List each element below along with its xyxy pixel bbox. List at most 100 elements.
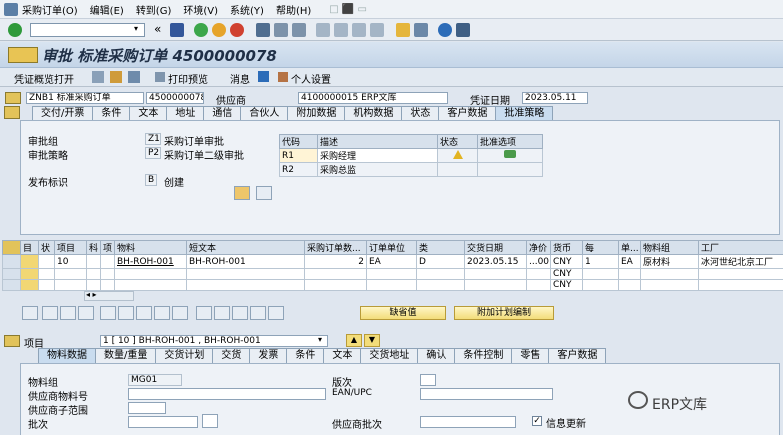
subtotal-icon[interactable] (250, 306, 266, 320)
last-page-icon[interactable] (370, 23, 384, 37)
per-cell[interactable]: 1 (582, 254, 619, 269)
table-row[interactable]: 10 BH-ROH-001 BH-ROH-001 2 EA D 2023.05.… (2, 254, 783, 269)
doc-date-field[interactable]: 2023.05.11 (522, 92, 588, 104)
revision-field[interactable] (420, 374, 436, 386)
expand-icon[interactable] (172, 306, 188, 320)
previous-item-icon[interactable]: ▲ (346, 334, 362, 347)
header-collapse-icon[interactable] (4, 106, 20, 119)
doc-type-select[interactable]: ZNB1 标准采购订单 (26, 92, 144, 104)
block-icon[interactable] (118, 306, 134, 320)
header-toggle-icon[interactable] (5, 92, 21, 104)
menu-help[interactable]: 帮助(H) (276, 2, 311, 17)
tab-item-conditions[interactable]: 条件 (286, 348, 325, 363)
item-selector-dropdown-icon[interactable]: ▾ (318, 335, 322, 344)
release-approve-icon[interactable] (504, 150, 516, 158)
menu-environment[interactable]: 环境(V) (183, 2, 218, 17)
filter-icon[interactable] (232, 306, 248, 320)
plant-cell[interactable]: 冰河世纪北京工厂 (698, 254, 783, 269)
tab-delivery-invoice[interactable]: 交付/开票 (32, 106, 94, 121)
enter-icon[interactable] (8, 23, 22, 37)
tab-release-strategy[interactable]: 批准策略 (495, 106, 554, 121)
release-prerequisites-icon[interactable] (234, 186, 250, 200)
hold-icon[interactable] (110, 71, 122, 83)
batch-details-icon[interactable] (202, 414, 218, 428)
short-text-cell[interactable]: BH-ROH-001 (186, 254, 305, 269)
tab-status[interactable]: 状态 (401, 106, 440, 121)
first-page-icon[interactable] (316, 23, 330, 37)
po-number-field[interactable]: 4500000078 (146, 92, 204, 104)
quantity-cell[interactable]: 2 (304, 254, 367, 269)
delete-icon[interactable] (100, 306, 116, 320)
unit-cell[interactable]: EA (366, 254, 417, 269)
check-icon[interactable] (128, 71, 140, 83)
configure-icon[interactable] (268, 306, 284, 320)
table-row[interactable]: CNY (2, 268, 783, 280)
tab-address[interactable]: 地址 (166, 106, 205, 121)
undo-icon[interactable] (154, 306, 170, 320)
find-icon[interactable] (274, 23, 288, 37)
tab-condition-control[interactable]: 条件控制 (454, 348, 513, 363)
tab-communication[interactable]: 通信 (203, 106, 242, 121)
tab-texts[interactable]: 文本 (129, 106, 168, 121)
tab-partners[interactable]: 合伙人 (240, 106, 289, 121)
material-cell[interactable]: BH-ROH-001 (114, 254, 187, 269)
unblock-icon[interactable] (136, 306, 152, 320)
item-selector[interactable]: 1 [ 10 ] BH-ROH-001 , BH-ROH-001 (100, 335, 328, 347)
exit-icon[interactable] (212, 23, 226, 37)
vendor-field[interactable]: 4100000015 ERP文库 (298, 92, 448, 104)
tab-item-customer-data[interactable]: 客户数据 (548, 348, 607, 363)
doc-overview-button[interactable]: 凭证概览打开 (14, 71, 74, 86)
additional-planning-button[interactable]: 附加计划编制 (454, 306, 554, 320)
info-update-checkbox[interactable]: ✓ (532, 416, 542, 426)
vendor-batch-field[interactable] (420, 416, 516, 428)
sap-logo-icon[interactable] (4, 2, 18, 16)
personal-settings-button[interactable]: 个人设置 (291, 71, 331, 86)
screen-menu-icon[interactable] (8, 47, 38, 63)
currency-cell[interactable]: CNY (550, 279, 583, 291)
scroll-left-icon[interactable]: ◂ ▸ (86, 290, 97, 299)
find-next-icon[interactable] (292, 23, 306, 37)
command-dropdown-icon[interactable]: ▾ (134, 24, 138, 33)
menu-goto[interactable]: 转到(G) (136, 2, 172, 17)
command-field[interactable] (30, 23, 145, 37)
print-preview-button[interactable]: 打印预览 (168, 71, 208, 86)
previous-page-icon[interactable] (334, 23, 348, 37)
tab-invoice[interactable]: 发票 (249, 348, 288, 363)
cancel-icon[interactable] (230, 23, 244, 37)
next-page-icon[interactable] (352, 23, 366, 37)
currency-cell[interactable]: CNY (550, 268, 583, 280)
sort-asc-icon[interactable] (196, 306, 212, 320)
back-icon[interactable] (194, 23, 208, 37)
select-all-button-icon[interactable] (42, 306, 58, 320)
menu-system[interactable]: 系统(Y) (230, 2, 264, 17)
help-icon[interactable] (438, 23, 452, 37)
messages-button[interactable]: 消息 (230, 71, 250, 86)
vendor-material-field[interactable] (128, 388, 326, 400)
tab-delivery-address[interactable]: 交货地址 (360, 348, 419, 363)
order-unit-cell[interactable]: EA (618, 254, 641, 269)
vendor-subrange-field[interactable] (128, 402, 166, 414)
details-icon[interactable] (22, 306, 38, 320)
menu-edit[interactable]: 编辑(E) (90, 2, 124, 17)
tab-quantity-weight[interactable]: 数量/重量 (95, 348, 157, 363)
release-code[interactable]: R2 (279, 162, 318, 177)
tab-material-data[interactable]: 物料数据 (38, 348, 96, 363)
table-row[interactable]: CNY (2, 279, 783, 291)
item-detail-toggle-icon[interactable] (4, 335, 20, 347)
select-all-icon[interactable] (2, 240, 21, 255)
release-code[interactable]: R1 (279, 148, 318, 163)
batch-field[interactable] (128, 416, 198, 428)
tab-conditions[interactable]: 条件 (92, 106, 131, 121)
tab-delivery-schedule[interactable]: 交货计划 (155, 348, 214, 363)
table-row[interactable]: R2 采购总监 (279, 162, 543, 177)
print-icon[interactable] (256, 23, 270, 37)
menu-purchase-order[interactable]: 采购订单(O) (22, 2, 78, 17)
item-number[interactable]: 10 (54, 254, 87, 269)
default-values-button[interactable]: 缺省值 (360, 306, 446, 320)
table-row[interactable]: R1 采购经理 (279, 148, 543, 163)
layout-menu-icon[interactable] (456, 23, 470, 37)
tab-additional-data[interactable]: 附加数据 (287, 106, 346, 121)
deselect-all-icon[interactable] (60, 306, 76, 320)
delivery-date-cell[interactable]: 2023.05.15 (464, 254, 527, 269)
copy-icon[interactable] (78, 306, 94, 320)
